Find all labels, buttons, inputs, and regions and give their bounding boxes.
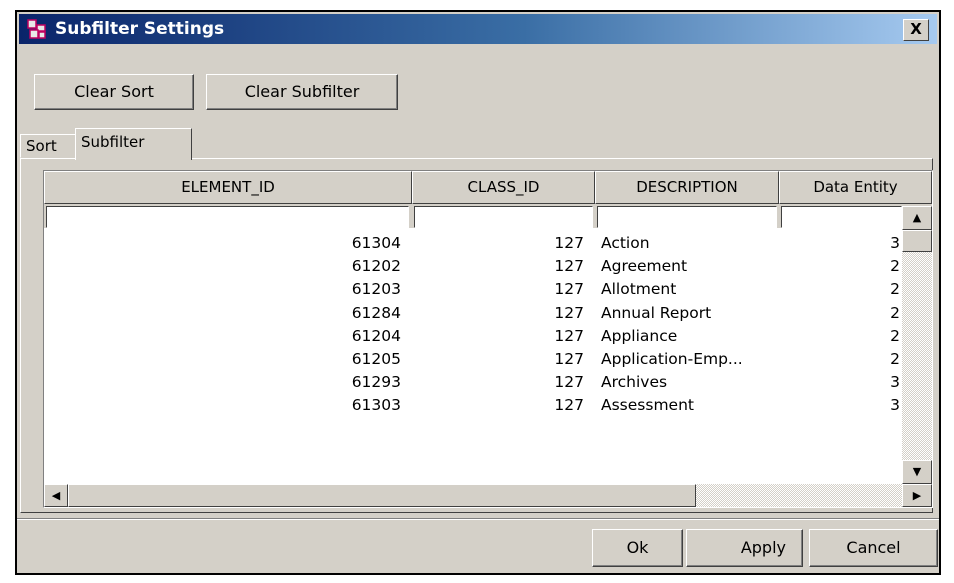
cell-class-id: 127 bbox=[554, 303, 584, 322]
cell-data-entity: 2 bbox=[890, 326, 900, 345]
horizontal-scroll-track[interactable] bbox=[696, 484, 902, 507]
title-bar[interactable]: Subfilter Settings X bbox=[19, 14, 937, 44]
table-row[interactable]: 61284 127 Annual Report 2 bbox=[44, 302, 902, 325]
cell-data-entity: 3 bbox=[890, 396, 900, 415]
footer-divider bbox=[17, 518, 939, 520]
ok-button[interactable]: Ok bbox=[592, 529, 683, 567]
vertical-scroll-track[interactable] bbox=[902, 230, 932, 460]
cell-element-id: 61303 bbox=[351, 396, 401, 415]
close-icon: X bbox=[910, 20, 922, 38]
table-row[interactable]: 61205 127 Application-Emp... 2 bbox=[44, 348, 902, 371]
vertical-scroll-thumb[interactable] bbox=[902, 230, 932, 252]
tab-sort[interactable]: Sort bbox=[20, 134, 75, 158]
cell-element-id: 61202 bbox=[351, 257, 401, 276]
horizontal-scroll-thumb[interactable] bbox=[68, 484, 696, 507]
table-row[interactable]: 61293 127 Archives 3 bbox=[44, 371, 902, 394]
cell-class-id: 127 bbox=[554, 280, 584, 299]
cell-element-id: 61304 bbox=[351, 234, 401, 252]
cell-class-id: 127 bbox=[554, 373, 584, 392]
cell-description: Application-Emp... bbox=[601, 350, 743, 368]
arrow-right-icon[interactable]: ▶ bbox=[902, 484, 932, 507]
subfilter-settings-dialog: Subfilter Settings X Clear Sort Clear Su… bbox=[15, 10, 941, 575]
cell-element-id: 61203 bbox=[351, 280, 401, 299]
horizontal-scrollbar[interactable]: ◀ ▶ bbox=[44, 484, 932, 507]
cell-description: Action bbox=[601, 234, 650, 252]
cell-data-entity: 2 bbox=[890, 303, 900, 322]
column-header-data-entity[interactable]: Data Entity bbox=[779, 171, 932, 204]
arrow-down-icon[interactable]: ▼ bbox=[902, 460, 932, 484]
cell-class-id: 127 bbox=[554, 326, 584, 345]
cell-description: Archives bbox=[601, 373, 668, 392]
column-header-description[interactable]: DESCRIPTION bbox=[595, 171, 779, 204]
apply-button[interactable]: Apply bbox=[686, 529, 803, 567]
filter-input-element-id[interactable] bbox=[46, 206, 409, 228]
filter-row bbox=[44, 204, 932, 228]
filter-input-data-entity[interactable] bbox=[781, 206, 902, 228]
filter-input-description[interactable] bbox=[597, 206, 777, 228]
cell-description: Agreement bbox=[601, 257, 688, 276]
cell-class-id: 127 bbox=[554, 350, 584, 368]
cell-description: Appliance bbox=[601, 326, 678, 345]
cell-class-id: 127 bbox=[554, 396, 584, 415]
window-title: Subfilter Settings bbox=[55, 19, 225, 39]
cell-data-entity: 2 bbox=[890, 280, 900, 299]
cell-class-id: 127 bbox=[554, 234, 584, 252]
cell-data-entity: 3 bbox=[890, 234, 900, 252]
arrow-left-icon[interactable]: ◀ bbox=[44, 484, 68, 507]
cell-element-id: 61284 bbox=[351, 303, 401, 322]
table-row[interactable]: 61304 127 Action 3 bbox=[44, 232, 902, 255]
arrow-up-icon[interactable]: ▲ bbox=[902, 206, 932, 230]
cell-data-entity: 2 bbox=[890, 257, 900, 276]
clear-subfilter-button[interactable]: Clear Subfilter bbox=[206, 74, 398, 110]
cell-description: Assessment bbox=[601, 396, 694, 415]
tab-subfilter[interactable]: Subfilter bbox=[75, 128, 192, 160]
column-header-element-id[interactable]: ELEMENT_ID bbox=[44, 171, 412, 204]
cell-class-id: 127 bbox=[554, 257, 584, 276]
cell-description: Annual Report bbox=[601, 303, 712, 322]
table-row[interactable]: 61202 127 Agreement 2 bbox=[44, 255, 902, 278]
cell-data-entity: 3 bbox=[890, 373, 900, 392]
cell-data-entity: 2 bbox=[890, 350, 900, 368]
column-header-class-id[interactable]: CLASS_ID bbox=[412, 171, 595, 204]
subfilter-app-icon bbox=[27, 19, 46, 39]
table-row[interactable]: 61303 127 Assessment 3 bbox=[44, 394, 902, 417]
vertical-scrollbar[interactable]: ▲ ▼ bbox=[902, 206, 932, 484]
cell-element-id: 61205 bbox=[351, 350, 401, 368]
cell-element-id: 61293 bbox=[351, 373, 401, 392]
cell-description: Allotment bbox=[601, 280, 677, 299]
close-button[interactable]: X bbox=[903, 19, 929, 41]
filter-input-class-id[interactable] bbox=[414, 206, 593, 228]
table-row[interactable]: 61203 127 Allotment 2 bbox=[44, 278, 902, 301]
clear-sort-button[interactable]: Clear Sort bbox=[34, 74, 194, 110]
table-row[interactable]: 61204 127 Appliance 2 bbox=[44, 325, 902, 348]
cancel-button[interactable]: Cancel bbox=[809, 529, 938, 567]
cell-element-id: 61204 bbox=[351, 326, 401, 345]
subfilter-table: ELEMENT_ID CLASS_ID DESCRIPTION Data Ent… bbox=[43, 170, 933, 508]
